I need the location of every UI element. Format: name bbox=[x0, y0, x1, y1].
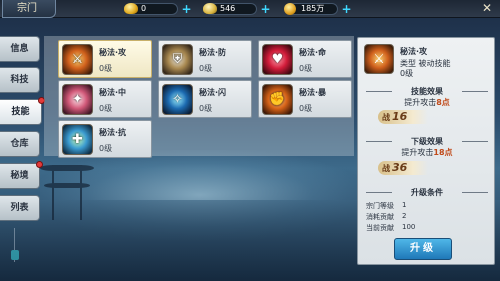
sidebar-tab-tech[interactable]: 科技 bbox=[0, 67, 40, 93]
sidebar-tab-label: 秘境 bbox=[10, 171, 29, 181]
sidebar-tab-skills[interactable]: 技能 bbox=[0, 97, 45, 125]
add-silver-ingot-button[interactable]: + bbox=[260, 3, 271, 15]
condition-row: 当前贡献 100 bbox=[366, 223, 416, 232]
skill-card-life[interactable]: ♥ 秘法·命 0级 bbox=[258, 40, 352, 78]
sidebar-tab-list[interactable]: 列表 bbox=[0, 195, 40, 221]
skill-level: 0级 bbox=[199, 64, 213, 73]
effect-value: 8点 bbox=[436, 98, 450, 107]
skill-card-dodge[interactable]: ✧ 秘法·闪 0级 bbox=[158, 80, 252, 118]
gold-ingot-resource: 0 + bbox=[124, 2, 192, 16]
skill-level: 0级 bbox=[99, 64, 113, 73]
tassel-decoration bbox=[11, 228, 22, 262]
coin-resource: 185万 + bbox=[284, 2, 352, 16]
sidebar-tab-label: 技能 bbox=[11, 107, 30, 117]
skill-name: 秘法·抗 bbox=[99, 128, 127, 137]
skill-card-defense[interactable]: ⛨ 秘法·防 0级 bbox=[158, 40, 252, 78]
attack-skill-icon: ⚔ bbox=[62, 44, 93, 75]
skill-name: 秘法·暴 bbox=[299, 88, 327, 97]
power-value: 16 bbox=[392, 110, 408, 123]
crit-skill-icon: ✊ bbox=[262, 84, 293, 115]
silver-ingot-resource: 546 + bbox=[203, 2, 271, 16]
skill-name: 秘法·中 bbox=[99, 88, 127, 97]
defense-skill-icon: ⛨ bbox=[162, 44, 193, 75]
life-skill-icon: ♥ bbox=[262, 44, 293, 75]
upgrade-condition-header: 升级条件 bbox=[358, 187, 496, 198]
skill-card-accuracy[interactable]: ✦ 秘法·中 0级 bbox=[58, 80, 152, 118]
skill-card-resist[interactable]: ✚ 秘法·抗 0级 bbox=[58, 120, 152, 158]
combat-power-next: 战 36 bbox=[378, 161, 428, 175]
next-effect-value: 18点 bbox=[433, 148, 453, 157]
pagoda-silhouette bbox=[40, 165, 94, 220]
next-level-description: 提升攻击18点 bbox=[401, 148, 453, 157]
next-level-header: 下级效果 bbox=[358, 136, 496, 147]
sidebar-tab-info[interactable]: 信息 bbox=[0, 36, 40, 62]
detail-skill-level: 0级 bbox=[400, 69, 414, 78]
resist-skill-icon: ✚ bbox=[62, 124, 93, 155]
next-power-value: 36 bbox=[392, 161, 408, 174]
upgrade-button[interactable]: 升级 bbox=[394, 238, 452, 260]
attack-skill-icon: ⚔ bbox=[364, 44, 394, 74]
skill-level: 0级 bbox=[99, 144, 113, 153]
effect-header: 技能效果 bbox=[358, 86, 496, 97]
coin-icon bbox=[284, 3, 296, 15]
skill-name: 秘法·命 bbox=[299, 48, 327, 57]
silver-ingot-icon bbox=[203, 3, 217, 14]
detail-skill-name: 秘法·攻 bbox=[400, 47, 428, 56]
alert-badge bbox=[36, 161, 43, 168]
sidebar: 信息 科技 技能 仓库 秘境 列表 bbox=[0, 36, 45, 231]
skill-level: 0级 bbox=[299, 64, 313, 73]
skill-level: 0级 bbox=[99, 104, 113, 113]
condition-row: 宗门等级 1 bbox=[366, 201, 407, 210]
skill-name: 秘法·闪 bbox=[199, 88, 227, 97]
sidebar-tab-label: 信息 bbox=[10, 44, 29, 54]
add-coin-button[interactable]: + bbox=[341, 3, 352, 15]
accuracy-skill-icon: ✦ bbox=[62, 84, 93, 115]
skill-card-crit[interactable]: ✊ 秘法·暴 0级 bbox=[258, 80, 352, 118]
dodge-skill-icon: ✧ bbox=[162, 84, 193, 115]
sidebar-tab-warehouse[interactable]: 仓库 bbox=[0, 131, 40, 157]
sidebar-tab-label: 科技 bbox=[10, 75, 29, 85]
gold-ingot-icon bbox=[124, 3, 138, 14]
skill-card-attack[interactable]: ⚔ 秘法·攻 0级 bbox=[58, 40, 152, 78]
skill-name: 秘法·攻 bbox=[99, 48, 127, 57]
sidebar-tab-label: 列表 bbox=[10, 203, 29, 213]
effect-description: 提升攻击8点 bbox=[404, 98, 450, 107]
sidebar-tab-label: 仓库 bbox=[10, 139, 29, 149]
skill-detail-panel: ⚔ 秘法·攻 类型 被动技能 0级 技能效果 提升攻击8点 战 16 下级效果 提… bbox=[357, 37, 495, 265]
close-icon[interactable]: ✕ bbox=[478, 2, 496, 16]
top-bar: 宗门 0 + 546 + 185万 + ✕ bbox=[0, 0, 500, 18]
skill-name: 秘法·防 bbox=[199, 48, 227, 57]
add-gold-ingot-button[interactable]: + bbox=[181, 3, 192, 15]
condition-row: 消耗贡献 2 bbox=[366, 212, 407, 221]
sidebar-tab-secret-realm[interactable]: 秘境 bbox=[0, 161, 43, 189]
window-title: 宗门 bbox=[2, 0, 56, 18]
skill-level: 0级 bbox=[199, 104, 213, 113]
combat-power-current: 战 16 bbox=[378, 110, 428, 124]
skill-level: 0级 bbox=[299, 104, 313, 113]
